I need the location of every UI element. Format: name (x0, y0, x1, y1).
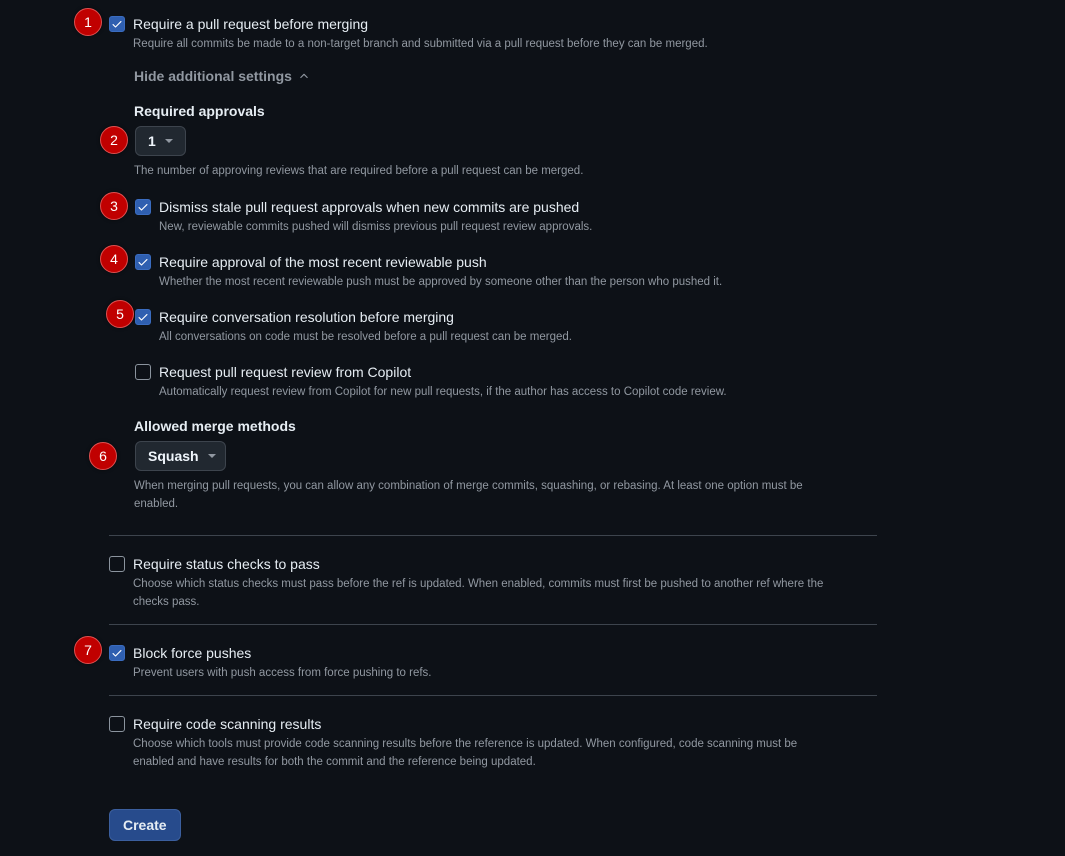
copilot-review-checkbox[interactable] (135, 364, 151, 380)
merge-methods-select[interactable]: Squash (135, 441, 226, 471)
copilot-review-description: Automatically request review from Copilo… (159, 386, 727, 398)
code-scanning-description: Choose which tools must provide code sca… (133, 735, 797, 771)
dismiss-stale-checkbox[interactable] (135, 199, 151, 215)
annotation-badge: 2 (100, 126, 128, 154)
caret-down-icon (164, 139, 173, 143)
divider (109, 535, 877, 536)
annotation-badge: 7 (74, 636, 102, 664)
merge-methods-help-line2: enabled. (134, 498, 179, 510)
status-checks-label[interactable]: Require status checks to pass (133, 555, 823, 573)
block-force-pushes-label[interactable]: Block force pushes (133, 644, 432, 662)
check-icon (138, 314, 148, 321)
branch-ruleset-settings: Require a pull request before merging Re… (0, 0, 1065, 856)
required-approvals-help: The number of approving reviews that are… (134, 165, 584, 177)
block-force-pushes-checkbox[interactable] (109, 645, 125, 661)
merge-methods-help-line1: When merging pull requests, you can allo… (134, 480, 803, 492)
required-approvals-select[interactable]: 1 (135, 126, 186, 156)
annotation-badge: 6 (89, 442, 117, 470)
hide-settings-label: Hide additional settings (134, 68, 292, 84)
rule-block-force-pushes: Block force pushes Prevent users with pu… (109, 644, 432, 682)
required-approvals-value: 1 (148, 133, 156, 149)
dismiss-stale-label[interactable]: Dismiss stale pull request approvals whe… (159, 198, 592, 216)
annotation-badge: 5 (106, 300, 134, 328)
annotation-badge: 1 (74, 8, 102, 36)
copilot-review-label[interactable]: Request pull request review from Copilot (159, 363, 727, 381)
block-force-pushes-description: Prevent users with push access from forc… (133, 667, 432, 679)
check-icon (138, 259, 148, 266)
rule-dismiss-stale-approvals: Dismiss stale pull request approvals whe… (135, 198, 592, 236)
required-approvals-heading: Required approvals (134, 103, 265, 119)
check-icon (112, 650, 122, 657)
recent-push-description: Whether the most recent reviewable push … (159, 276, 723, 288)
recent-push-checkbox[interactable] (135, 254, 151, 270)
caret-down-icon (207, 454, 216, 458)
dismiss-stale-description: New, reviewable commits pushed will dism… (159, 221, 593, 233)
rule-status-checks: Require status checks to pass Choose whi… (109, 555, 823, 611)
rule-require-pull-request: Require a pull request before merging Re… (109, 15, 708, 53)
rule-code-scanning: Require code scanning results Choose whi… (109, 715, 797, 771)
status-checks-description-line2: checks pass. (133, 596, 200, 608)
rule-copilot-review: Request pull request review from Copilot… (135, 363, 727, 401)
conversation-resolution-checkbox[interactable] (135, 309, 151, 325)
code-scanning-description-line2: enabled and have results for both the co… (133, 756, 536, 768)
divider (109, 695, 877, 696)
recent-push-label[interactable]: Require approval of the most recent revi… (159, 253, 722, 271)
annotation-badge: 3 (100, 192, 128, 220)
rule-recent-push-approval: Require approval of the most recent revi… (135, 253, 722, 291)
conversation-resolution-description: All conversations on code must be resolv… (159, 331, 572, 343)
hide-additional-settings-button[interactable]: Hide additional settings (134, 68, 310, 84)
merge-methods-help: When merging pull requests, you can allo… (134, 477, 803, 513)
check-icon (112, 21, 122, 28)
rule-conversation-resolution: Require conversation resolution before m… (135, 308, 572, 346)
status-checks-checkbox[interactable] (109, 556, 125, 572)
require-pr-label[interactable]: Require a pull request before merging (133, 15, 708, 33)
merge-methods-heading: Allowed merge methods (134, 418, 296, 434)
check-icon (138, 204, 148, 211)
merge-methods-value: Squash (148, 448, 199, 464)
conversation-resolution-label[interactable]: Require conversation resolution before m… (159, 308, 572, 326)
annotation-badge: 4 (100, 245, 128, 273)
status-checks-description-line1: Choose which status checks must pass bef… (133, 578, 824, 590)
divider (109, 624, 877, 625)
create-button[interactable]: Create (109, 809, 181, 841)
code-scanning-description-line1: Choose which tools must provide code sca… (133, 738, 798, 750)
code-scanning-label[interactable]: Require code scanning results (133, 715, 797, 733)
status-checks-description: Choose which status checks must pass bef… (133, 575, 823, 611)
code-scanning-checkbox[interactable] (109, 716, 125, 732)
chevron-up-icon (300, 73, 308, 79)
require-pr-checkbox[interactable] (109, 16, 125, 32)
require-pr-description: Require all commits be made to a non-tar… (133, 38, 708, 50)
